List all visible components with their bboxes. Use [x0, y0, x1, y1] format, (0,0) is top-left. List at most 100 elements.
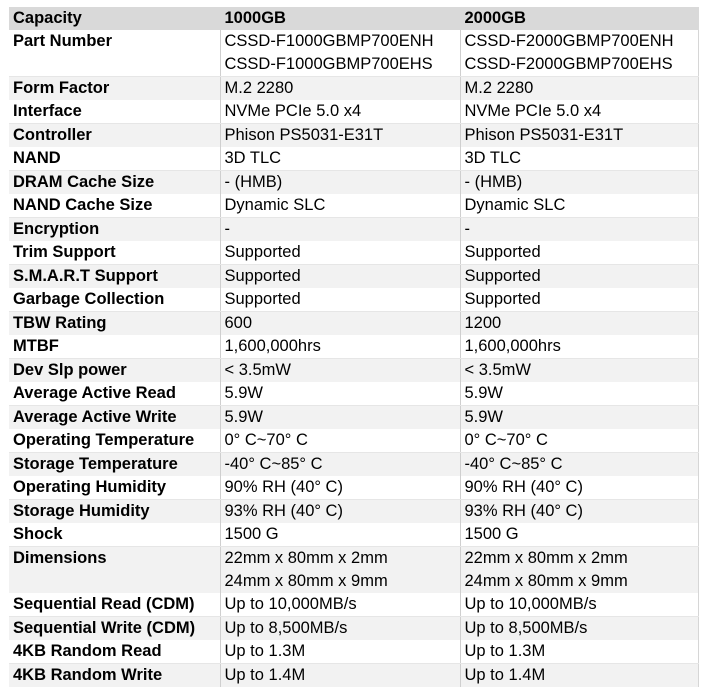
spec-value-1000gb: NVMe PCIe 5.0 x4 [220, 100, 460, 124]
spec-value-line: NVMe PCIe 5.0 x4 [465, 100, 695, 123]
spec-value-line: - (HMB) [225, 171, 457, 194]
spec-value-1000gb: 3D TLC [220, 147, 460, 171]
spec-value-2000gb: Supported [460, 288, 698, 312]
spec-value-line: Up to 10,000MB/s [465, 593, 695, 616]
spec-value-2000gb: 3D TLC [460, 147, 698, 171]
spec-value-line: 3D TLC [465, 147, 695, 170]
spec-value-line: M.2 2280 [465, 77, 695, 100]
spec-value-line: 93% RH (40° C) [465, 500, 695, 523]
spec-row-dev-slp-power: Dev Slp power< 3.5mW< 3.5mW [9, 359, 698, 383]
spec-value-line: CSSD-F1000GBMP700ENH [225, 30, 457, 53]
spec-label: Operating Temperature [9, 429, 220, 453]
spec-value-line: 0° C~70° C [465, 429, 695, 452]
spec-value-line: Up to 8,500MB/s [465, 617, 695, 640]
spec-value-2000gb: 90% RH (40° C) [460, 476, 698, 500]
spec-value-line: Phison PS5031-E31T [465, 124, 695, 147]
spec-value-2000gb: Up to 1.4M [460, 664, 698, 687]
spec-value-line: < 3.5mW [225, 359, 457, 382]
spec-value-line: 93% RH (40° C) [225, 500, 457, 523]
spec-value-2000gb: 1,600,000hrs [460, 335, 698, 359]
spec-value-2000gb: - [460, 218, 698, 242]
spec-label: Shock [9, 523, 220, 547]
spec-label: Controller [9, 124, 220, 148]
spec-value-line: Up to 1.3M [465, 640, 695, 663]
spec-value-line: 5.9W [225, 382, 457, 405]
spec-label: Form Factor [9, 77, 220, 101]
spec-value-2000gb: CSSD-F2000GBMP700ENHCSSD-F2000GBMP700EHS [460, 30, 698, 77]
spec-table-body: Part NumberCSSD-F1000GBMP700ENHCSSD-F100… [9, 30, 698, 687]
spec-value-line: -40° C~85° C [465, 453, 695, 476]
spec-row-trim-support: Trim SupportSupportedSupported [9, 241, 698, 265]
spec-value-line: Dynamic SLC [225, 194, 457, 217]
spec-value-2000gb: Up to 8,500MB/s [460, 617, 698, 641]
spec-value-1000gb: 5.9W [220, 406, 460, 430]
spec-label: Dimensions [9, 547, 220, 594]
spec-value-1000gb: - [220, 218, 460, 242]
spec-value-line: 0° C~70° C [225, 429, 457, 452]
spec-label: Part Number [9, 30, 220, 77]
spec-value-line: 3D TLC [225, 147, 457, 170]
spec-label: Garbage Collection [9, 288, 220, 312]
spec-value-1000gb: 600 [220, 312, 460, 336]
spec-value-line: Supported [225, 241, 457, 264]
spec-row-average-active-read: Average Active Read5.9W5.9W [9, 382, 698, 406]
spec-value-line: 5.9W [465, 406, 695, 429]
spec-value-line: Supported [465, 265, 695, 288]
spec-value-2000gb: Dynamic SLC [460, 194, 698, 218]
spec-value-2000gb: Up to 1.3M [460, 640, 698, 664]
spec-value-line: 24mm x 80mm x 9mm [465, 570, 695, 593]
spec-label: Encryption [9, 218, 220, 242]
spec-row-average-active-write: Average Active Write5.9W5.9W [9, 406, 698, 430]
spec-value-line: 1200 [465, 312, 695, 335]
spec-value-1000gb: Dynamic SLC [220, 194, 460, 218]
spec-row-4kb-random-write: 4KB Random WriteUp to 1.4MUp to 1.4M [9, 664, 698, 687]
spec-value-line: Dynamic SLC [465, 194, 695, 217]
spec-value-1000gb: Up to 10,000MB/s [220, 593, 460, 617]
spec-value-line: Up to 8,500MB/s [225, 617, 457, 640]
spec-row-sequential-write-cdm: Sequential Write (CDM)Up to 8,500MB/sUp … [9, 617, 698, 641]
spec-value-1000gb: 1500 G [220, 523, 460, 547]
spec-value-line: 1,600,000hrs [465, 335, 695, 358]
spec-value-line: 5.9W [225, 406, 457, 429]
spec-label: Sequential Write (CDM) [9, 617, 220, 641]
spec-row-nand: NAND3D TLC3D TLC [9, 147, 698, 171]
spec-value-line: Up to 1.4M [465, 664, 695, 687]
spec-label: 4KB Random Write [9, 664, 220, 687]
spec-value-line: 90% RH (40° C) [465, 476, 695, 499]
spec-value-2000gb: 1200 [460, 312, 698, 336]
spec-label: Sequential Read (CDM) [9, 593, 220, 617]
spec-row-storage-humidity: Storage Humidity93% RH (40° C)93% RH (40… [9, 500, 698, 524]
spec-value-1000gb: 5.9W [220, 382, 460, 406]
spec-value-line: 1500 G [225, 523, 457, 546]
spec-value-1000gb: Supported [220, 288, 460, 312]
spec-value-1000gb: 90% RH (40° C) [220, 476, 460, 500]
spec-value-line: Up to 10,000MB/s [225, 593, 457, 616]
spec-value-1000gb: Up to 8,500MB/s [220, 617, 460, 641]
spec-row-sequential-read-cdm: Sequential Read (CDM)Up to 10,000MB/sUp … [9, 593, 698, 617]
spec-value-line: 1500 G [465, 523, 695, 546]
spec-value-line: Supported [465, 288, 695, 311]
spec-label: Average Active Read [9, 382, 220, 406]
spec-value-1000gb: 22mm x 80mm x 2mm24mm x 80mm x 9mm [220, 547, 460, 594]
spec-row-s-m-a-r-t-support: S.M.A.R.T SupportSupportedSupported [9, 265, 698, 289]
spec-value-line: 22mm x 80mm x 2mm [225, 547, 457, 570]
spec-label: 4KB Random Read [9, 640, 220, 664]
spec-label: Trim Support [9, 241, 220, 265]
spec-value-line: - [465, 218, 695, 241]
spec-value-line: CSSD-F1000GBMP700EHS [225, 53, 457, 76]
spec-value-line: CSSD-F2000GBMP700ENH [465, 30, 695, 53]
spec-row-part-number: Part NumberCSSD-F1000GBMP700ENHCSSD-F100… [9, 30, 698, 77]
spec-value-2000gb: M.2 2280 [460, 77, 698, 101]
spec-value-2000gb: 5.9W [460, 406, 698, 430]
spec-row-4kb-random-read: 4KB Random ReadUp to 1.3MUp to 1.3M [9, 640, 698, 664]
spec-label: Storage Humidity [9, 500, 220, 524]
spec-value-line: < 3.5mW [465, 359, 695, 382]
spec-value-line: Up to 1.4M [225, 664, 457, 687]
spec-label: MTBF [9, 335, 220, 359]
spec-value-line: Phison PS5031-E31T [225, 124, 457, 147]
spec-value-2000gb: -40° C~85° C [460, 453, 698, 477]
spec-value-1000gb: -40° C~85° C [220, 453, 460, 477]
spec-value-2000gb: NVMe PCIe 5.0 x4 [460, 100, 698, 124]
spec-row-interface: InterfaceNVMe PCIe 5.0 x4NVMe PCIe 5.0 x… [9, 100, 698, 124]
spec-row-dram-cache-size: DRAM Cache Size- (HMB)- (HMB) [9, 171, 698, 195]
